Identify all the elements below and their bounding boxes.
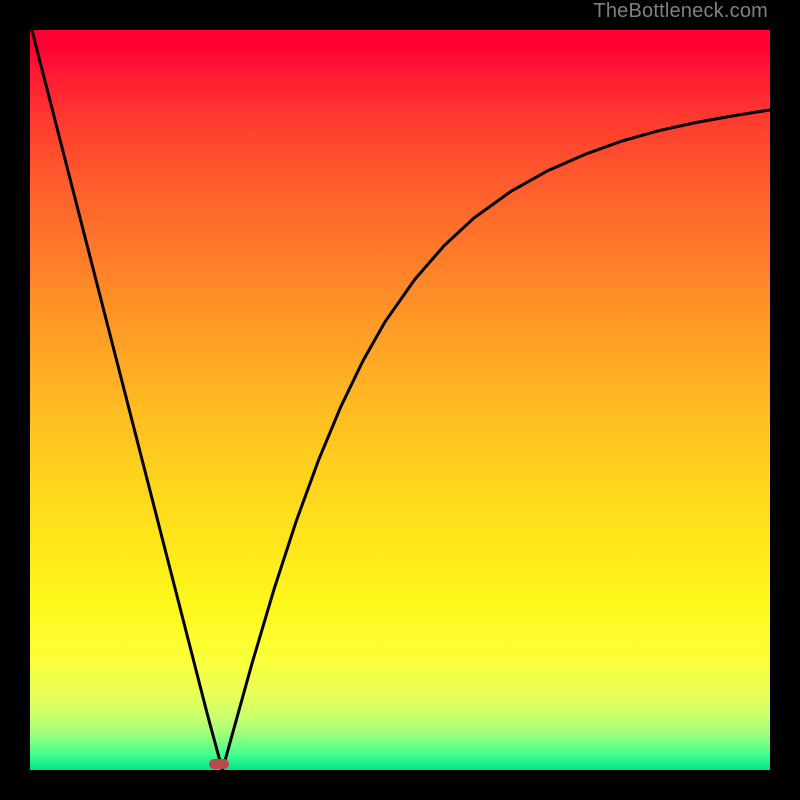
bottleneck-curve [30,30,770,770]
chart-frame: TheBottleneck.com [0,0,800,800]
curve-layer [30,30,770,770]
minimum-marker [209,759,229,769]
watermark-text: TheBottleneck.com [593,0,768,23]
plot-area [30,30,770,770]
